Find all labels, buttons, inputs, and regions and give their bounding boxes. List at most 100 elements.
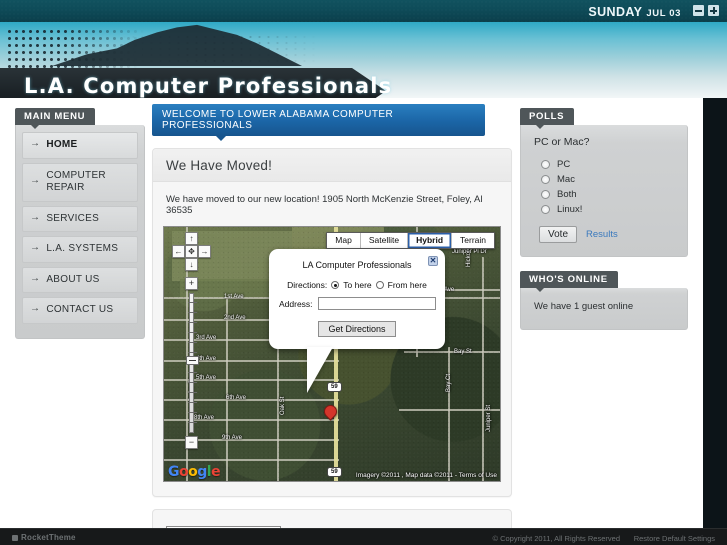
poll-option-label: PC	[557, 159, 571, 170]
sidebar-item-label: SERVICES	[46, 212, 100, 224]
article-title: We Have Moved!	[166, 158, 273, 173]
article-body-text: We have moved to our new location! 1905 …	[166, 194, 483, 216]
poll-actions: Vote Results	[534, 226, 674, 243]
whos-online-text: We have 1 guest online	[534, 301, 634, 312]
info-window-tail	[307, 347, 333, 393]
left-sidebar: MAIN MENU → HOME → COMPUTER REPAIR → SER…	[15, 106, 145, 339]
zoom-in-button[interactable]: +	[185, 277, 198, 290]
top-strip: SUNDAY JUL 03	[0, 0, 727, 22]
poll-option-linux[interactable]: Linux!	[534, 204, 674, 215]
polls-body: PC or Mac? PC Mac Both Linux! Vote Resul…	[521, 125, 687, 256]
zoom-slider-thumb[interactable]	[186, 356, 199, 365]
poll-radio-icon[interactable]	[541, 190, 550, 199]
polls-title: POLLS	[520, 108, 575, 129]
zoom-out-button[interactable]: −	[185, 436, 198, 449]
pan-left-icon[interactable]: ←	[172, 245, 185, 258]
rockettheme-brand[interactable]: RocketTheme	[12, 533, 76, 542]
vote-button[interactable]: Vote	[539, 226, 578, 243]
google-logo-o2: o	[188, 464, 198, 480]
main-content-column: WELCOME TO LOWER ALABAMA COMPUTER PROFES…	[152, 104, 512, 545]
restore-default-settings-link[interactable]: Restore Default Settings	[634, 534, 715, 543]
map-type-hybrid[interactable]: Hybrid	[408, 233, 453, 249]
polls-module: PC or Mac? PC Mac Both Linux! Vote Resul…	[520, 125, 688, 257]
map-type-terrain[interactable]: Terrain	[452, 233, 494, 249]
pan-down-icon[interactable]: ↓	[185, 258, 198, 271]
pan-right-icon[interactable]: →	[198, 245, 211, 258]
sidebar-item-home[interactable]: → HOME	[22, 132, 138, 159]
poll-option-pc[interactable]: PC	[534, 159, 674, 170]
right-dark-edge	[703, 98, 727, 528]
directions-row: Directions: To here From here	[279, 280, 435, 290]
font-decrease-button[interactable]	[693, 5, 704, 16]
date-day: SUNDAY	[588, 5, 643, 19]
arrow-right-icon: →	[30, 303, 41, 315]
page-sheet: MAIN MENU → HOME → COMPUTER REPAIR → SER…	[0, 98, 703, 545]
google-map[interactable]: 1st Ave 2nd Ave 3rd Ave 4th Ave 5th Ave …	[163, 226, 501, 482]
sidebar-item-services[interactable]: → SERVICES	[22, 205, 138, 232]
welcome-banner: WELCOME TO LOWER ALABAMA COMPUTER PROFES…	[152, 104, 485, 141]
sidebar-item-computer-repair[interactable]: → COMPUTER REPAIR	[22, 162, 138, 202]
results-link[interactable]: Results	[586, 229, 618, 240]
poll-radio-icon[interactable]	[541, 205, 550, 214]
poll-option-label: Mac	[557, 174, 575, 185]
google-logo-e: e	[211, 464, 221, 480]
map-pin-icon	[321, 402, 340, 421]
map-type-control: Map Satellite Hybrid Terrain	[326, 232, 495, 250]
whos-online-title: WHO'S ONLINE	[520, 271, 618, 292]
poll-option-both[interactable]: Both	[534, 189, 674, 200]
right-sidebar: POLLS PC or Mac? PC Mac Both Linux! Vote…	[520, 106, 688, 330]
whos-online-body: We have 1 guest online	[521, 288, 687, 329]
from-here-radio[interactable]	[375, 281, 384, 289]
map-pan-control: ↑ ← ✥ → ↓	[172, 232, 212, 272]
map-location-marker[interactable]	[321, 402, 340, 424]
sidebar-item-label: L.A. SYSTEMS	[46, 243, 119, 254]
copyright-text: © Copyright 2011, All Rights Reserved	[492, 534, 620, 543]
get-directions-button[interactable]: Get Directions	[318, 321, 396, 337]
get-directions-row: Get Directions	[279, 319, 435, 337]
google-logo-g2: g	[197, 464, 207, 480]
poll-radio-icon[interactable]	[541, 175, 550, 184]
sidebar-item-contact-us[interactable]: → CONTACT US	[22, 297, 138, 324]
page-footer: RocketTheme © Copyright 2011, All Rights…	[0, 528, 727, 545]
map-type-map[interactable]: Map	[327, 233, 361, 249]
sidebar-item-label: COMPUTER REPAIR	[46, 169, 106, 194]
map-attribution: Imagery ©2011 , Map data ©2011 - Terms o…	[355, 472, 497, 479]
arrow-right-icon: →	[30, 272, 41, 284]
font-increase-button[interactable]	[708, 5, 719, 16]
main-menu-list: → HOME → COMPUTER REPAIR → SERVICES → L.…	[16, 125, 144, 338]
main-menu-module: → HOME → COMPUTER REPAIR → SERVICES → L.…	[15, 125, 145, 339]
font-size-controls	[693, 5, 719, 16]
google-logo-g1: G	[168, 464, 180, 480]
article-header: We Have Moved!	[153, 149, 511, 182]
main-menu-title: MAIN MENU	[15, 108, 96, 129]
pan-center-icon[interactable]: ✥	[185, 245, 198, 258]
zoom-slider-track[interactable]	[186, 293, 199, 433]
article-module: We Have Moved! We have moved to our new …	[152, 148, 512, 497]
directions-label: Directions:	[287, 280, 328, 290]
poll-option-mac[interactable]: Mac	[534, 174, 674, 185]
sidebar-item-label: CONTACT US	[46, 304, 114, 315]
site-banner: L.A. Computer Professionals Web Design •…	[0, 22, 727, 98]
pan-up-icon[interactable]: ↑	[185, 232, 198, 245]
sidebar-item-about-us[interactable]: → ABOUT US	[22, 266, 138, 293]
page-root: SUNDAY JUL 03 L.A. Computer Professionals…	[0, 0, 727, 545]
info-window-title: LA Computer Professionals	[302, 260, 412, 270]
sidebar-item-la-systems[interactable]: → L.A. SYSTEMS	[22, 236, 138, 263]
address-input[interactable]	[317, 297, 436, 310]
address-label: Address:	[279, 298, 313, 309]
map-route-shield: 59	[327, 467, 342, 477]
arrow-right-icon: →	[30, 138, 41, 150]
map-type-satellite[interactable]: Satellite	[360, 233, 409, 249]
google-logo: Google	[168, 464, 221, 480]
date-display: SUNDAY JUL 03	[588, 3, 681, 21]
address-row: Address:	[279, 297, 436, 310]
poll-radio-icon[interactable]	[541, 160, 550, 169]
scatter-dots-decoration	[120, 34, 320, 62]
close-icon[interactable]: ✕	[428, 256, 438, 266]
poll-option-label: Both	[557, 189, 577, 200]
arrow-right-icon: →	[30, 242, 41, 254]
to-here-radio[interactable]	[331, 281, 340, 289]
date-monthday: JUL 03	[646, 8, 681, 19]
site-logo-title: L.A. Computer Professionals	[24, 74, 393, 98]
